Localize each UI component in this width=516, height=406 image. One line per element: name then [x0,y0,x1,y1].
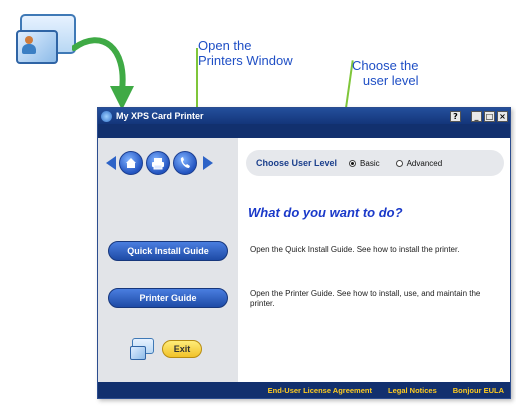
radio-advanced-label: Advanced [406,158,443,168]
quick-install-guide-button[interactable]: Quick Install Guide [108,241,228,261]
card-guide-icon [14,6,80,70]
home-icon[interactable] [119,151,143,175]
radio-basic-indicator[interactable] [349,159,357,167]
phone-icon[interactable] [173,151,197,175]
quick-install-description: Open the Quick Install Guide. See how to… [250,245,460,254]
forward-arrow-icon[interactable] [203,156,213,170]
header-banner [98,124,510,138]
title-bar: My XPS Card Printer ? _ □ × [98,108,510,124]
app-window: My XPS Card Printer ? _ □ × Quick Instal… [97,107,511,399]
maximize-button[interactable]: □ [484,110,495,122]
back-arrow-icon[interactable] [106,156,116,170]
help-button[interactable]: ? [450,110,461,122]
bonjour-eula-link[interactable]: Bonjour EULA [453,386,504,395]
exit-area: Exit [130,336,202,362]
radio-advanced[interactable]: Advanced [395,158,443,168]
radio-basic-label: Basic [360,158,380,168]
callout-level: Choose the user level [352,58,419,88]
printer-guide-button[interactable]: Printer Guide [108,288,228,308]
window-title: My XPS Card Printer [116,111,204,121]
sidebar: Quick Install Guide Printer Guide Exit [98,138,238,382]
legal-notices-link[interactable]: Legal Notices [388,386,437,395]
app-icon [101,110,112,122]
main-content: Choose User Level Basic Advanced What do… [238,138,510,382]
eula-link[interactable]: End-User License Agreement [268,386,372,395]
footer-bar: End-User License Agreement Legal Notices… [98,382,510,398]
user-level-label: Choose User Level [256,158,338,168]
minimize-button[interactable]: _ [471,110,482,122]
page-heading: What do you want to do? [248,205,403,220]
guide-book-icon [130,336,156,362]
printer-icon[interactable] [146,151,170,175]
printer-guide-description: Open the Printer Guide. See how to insta… [250,289,481,308]
exit-button[interactable]: Exit [162,340,202,358]
curved-arrow-icon [72,37,134,110]
user-level-bar: Choose User Level Basic Advanced [246,150,504,176]
radio-basic[interactable]: Basic [349,159,380,168]
nav-toolbar [106,150,213,176]
callout-printers: Open the Printers Window [198,38,293,68]
close-button[interactable]: × [497,110,508,122]
radio-advanced-indicator[interactable] [395,159,403,167]
